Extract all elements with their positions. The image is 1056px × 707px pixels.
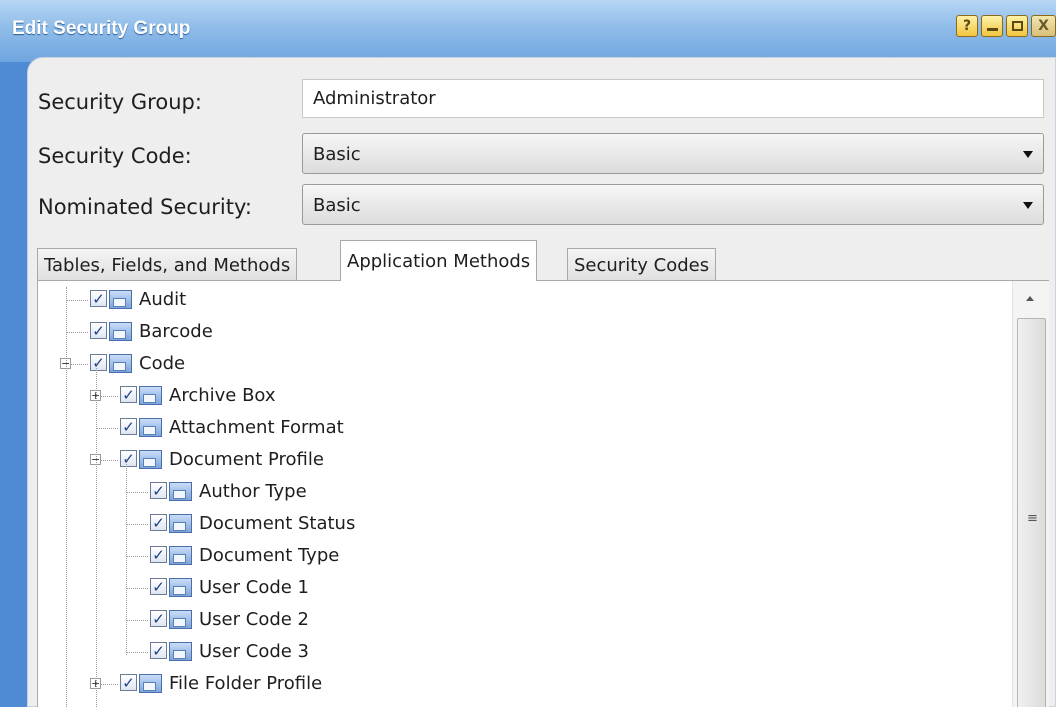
- tree-connector: [66, 300, 88, 301]
- tree-guide-line: [66, 287, 67, 707]
- tree-node-label: User Code 1: [199, 577, 310, 598]
- tree-node-label: Document Profile: [169, 449, 324, 470]
- nominated-security-label: Nominated Security:: [38, 195, 252, 219]
- security-group-input[interactable]: Administrator: [302, 79, 1044, 118]
- checkbox-checked-icon[interactable]: ✓: [90, 322, 107, 339]
- application-method-icon: [109, 354, 132, 373]
- application-method-icon: [109, 290, 132, 309]
- checkbox-checked-icon[interactable]: ✓: [150, 546, 167, 563]
- tree-guide-line: [126, 459, 127, 655]
- checkbox-checked-icon[interactable]: ✓: [90, 290, 107, 307]
- tree-node-document-type[interactable]: ✓ Document Type: [38, 543, 998, 571]
- tree-node-user-code-2[interactable]: ✓ User Code 2: [38, 607, 998, 635]
- application-method-icon: [169, 578, 192, 597]
- dropdown-arrow-icon[interactable]: [1023, 151, 1033, 158]
- tree-node-label: Document Status: [199, 513, 356, 534]
- tree-node-barcode[interactable]: ✓ Barcode: [38, 319, 998, 347]
- checkbox-checked-icon[interactable]: ✓: [150, 642, 167, 659]
- tree-node-label: Audit: [139, 289, 187, 310]
- tree-node-label: Author Type: [199, 481, 307, 502]
- tree-node-document-profile[interactable]: − ✓ Document Profile: [38, 447, 998, 475]
- application-methods-tree[interactable]: ✓ Audit ✓ Barcode − ✓ Code + ✓ Archive Box ✓ Attach…: [38, 281, 1013, 707]
- tree-node-label: Code: [139, 353, 186, 374]
- tree-connector: [126, 492, 148, 493]
- tab-strip: Tables, Fields, and Methods Application …: [28, 240, 1056, 281]
- tab-content: ✓ Audit ✓ Barcode − ✓ Code + ✓ Archive Box ✓ Attach…: [37, 280, 1049, 707]
- tree-node-author-type[interactable]: ✓ Author Type: [38, 479, 998, 507]
- checkbox-checked-icon[interactable]: ✓: [120, 386, 137, 403]
- maximize-icon: [1011, 21, 1023, 31]
- application-method-icon: [169, 514, 192, 533]
- security-code-value: Basic: [313, 144, 361, 165]
- tree-node-label: File Folder Profile: [169, 673, 323, 694]
- maximize-button[interactable]: [1006, 15, 1028, 37]
- dialog-body: Security Group: Administrator Security C…: [27, 57, 1056, 707]
- tree-node-user-code-3[interactable]: ✓ User Code 3: [38, 639, 998, 667]
- application-method-icon: [139, 450, 162, 469]
- checkbox-checked-icon[interactable]: ✓: [120, 418, 137, 435]
- tree-connector: [126, 524, 148, 525]
- application-method-icon: [169, 610, 192, 629]
- application-method-icon: [139, 674, 162, 693]
- window-title: Edit Security Group: [12, 18, 191, 39]
- nominated-security-value: Basic: [313, 195, 361, 216]
- tree-connector: [126, 588, 148, 589]
- tree-node-label: Document Type: [199, 545, 340, 566]
- tree-guide-line: [96, 363, 97, 707]
- application-method-icon: [139, 418, 162, 437]
- checkbox-checked-icon[interactable]: ✓: [120, 450, 137, 467]
- tree-connector: [126, 620, 148, 621]
- close-icon: X: [1038, 18, 1049, 34]
- checkbox-checked-icon[interactable]: ✓: [150, 482, 167, 499]
- tab-tables-fields-methods[interactable]: Tables, Fields, and Methods: [37, 248, 298, 280]
- tab-security-codes[interactable]: Security Codes: [567, 248, 717, 280]
- minimize-icon: [986, 28, 998, 31]
- checkbox-checked-icon[interactable]: ✓: [150, 514, 167, 531]
- tree-node-audit[interactable]: ✓ Audit: [38, 287, 998, 315]
- checkbox-checked-icon[interactable]: ✓: [150, 578, 167, 595]
- tree-connector: [126, 652, 148, 653]
- tree-connector: [96, 428, 118, 429]
- application-method-icon: [109, 322, 132, 341]
- checkbox-checked-icon[interactable]: ✓: [150, 610, 167, 627]
- nominated-security-dropdown[interactable]: Basic: [302, 184, 1044, 225]
- tree-connector: [66, 332, 88, 333]
- tree-node-attachment-format[interactable]: ✓ Attachment Format: [38, 415, 998, 443]
- grip-icon: ≡: [1027, 511, 1038, 526]
- tree-node-user-code-1[interactable]: ✓ User Code 1: [38, 575, 998, 603]
- tree-node-label: Archive Box: [169, 385, 276, 406]
- scroll-up-arrow-icon[interactable]: [1026, 296, 1034, 301]
- tree-node-label: Barcode: [139, 321, 213, 342]
- application-method-icon: [169, 642, 192, 661]
- minimize-button[interactable]: [981, 15, 1003, 37]
- tree-node-archive-box[interactable]: + ✓ Archive Box: [38, 383, 998, 411]
- security-group-value: Administrator: [313, 88, 436, 109]
- help-button[interactable]: ?: [956, 15, 978, 37]
- tree-connector: [126, 556, 148, 557]
- help-icon: ?: [962, 18, 972, 34]
- security-group-label: Security Group:: [38, 90, 202, 114]
- security-code-label: Security Code:: [38, 144, 192, 168]
- application-method-icon: [139, 386, 162, 405]
- tree-node-code[interactable]: − ✓ Code: [38, 351, 998, 379]
- tree-node-file-folder-profile[interactable]: + ✓ File Folder Profile: [38, 671, 998, 699]
- tree-node-label: Attachment Format: [169, 417, 344, 438]
- security-code-dropdown[interactable]: Basic: [302, 133, 1044, 174]
- dropdown-arrow-icon[interactable]: [1023, 202, 1033, 209]
- application-method-icon: [169, 482, 192, 501]
- checkbox-checked-icon[interactable]: ✓: [90, 354, 107, 371]
- application-method-icon: [169, 546, 192, 565]
- close-button[interactable]: X: [1031, 15, 1056, 37]
- tree-node-label: User Code 2: [199, 609, 310, 630]
- scrollbar-thumb[interactable]: ≡: [1017, 318, 1046, 707]
- checkbox-checked-icon[interactable]: ✓: [120, 674, 137, 691]
- vertical-scrollbar[interactable]: ≡: [1012, 281, 1049, 707]
- tab-application-methods[interactable]: Application Methods: [340, 240, 538, 281]
- tree-node-label: User Code 3: [199, 641, 310, 662]
- title-bar[interactable]: Edit Security Group ? X: [0, 0, 1056, 62]
- tree-node-document-status[interactable]: ✓ Document Status: [38, 511, 998, 539]
